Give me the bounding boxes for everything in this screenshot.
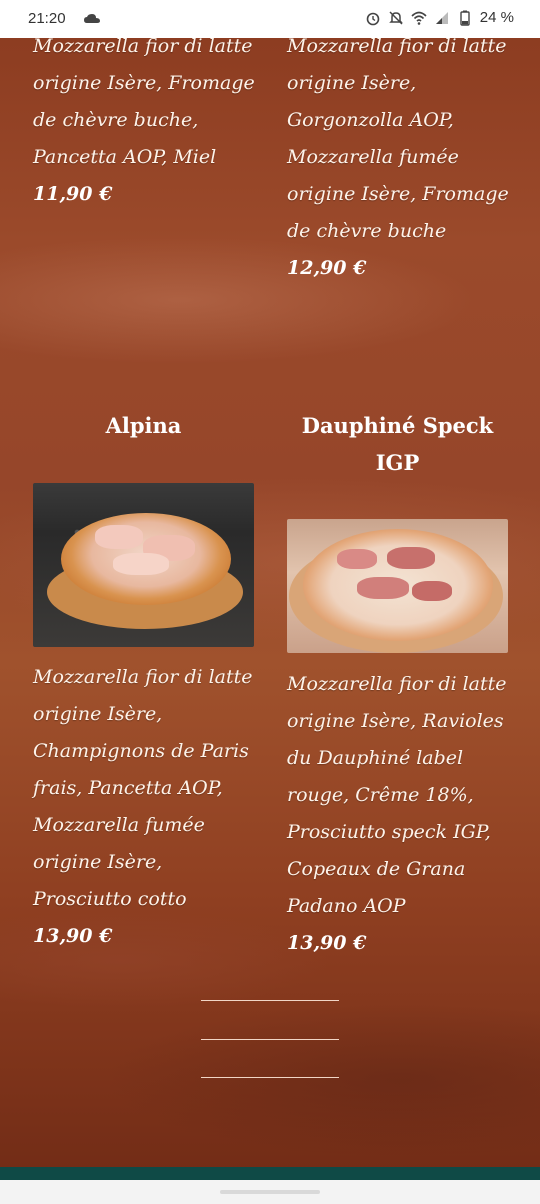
title-line: Dauphiné Speck xyxy=(301,413,494,438)
item-title: Alpina xyxy=(105,413,182,438)
description-line: rouge, Crême 18%, xyxy=(287,784,474,806)
battery-percent: 24 % xyxy=(479,9,514,26)
description-line: Padano AOP xyxy=(287,895,406,917)
alarm-icon xyxy=(366,12,380,25)
cloud-icon xyxy=(84,14,100,23)
item-description: Mozzarella fior di latte origine Isère, … xyxy=(287,666,527,925)
status-icons: 24 % xyxy=(365,9,514,26)
item-description: Mozzarella fior di latte origine Isère, … xyxy=(33,659,273,918)
status-time: 21:20 xyxy=(28,10,66,27)
menu-item-left-top: Mozzarella fior di latte origine Isère, … xyxy=(33,28,273,213)
description-line: de chèvre buche xyxy=(287,220,447,242)
pizza-photo-alpina xyxy=(33,483,254,647)
menu-item-right-top: Mozzarella fior di latte origine Isère, … xyxy=(287,28,527,287)
description-line: Copeaux de Grana xyxy=(287,858,466,880)
description-line: Pancetta AOP, Miel xyxy=(33,146,217,168)
description-line: Mozzarella fumée xyxy=(33,814,205,836)
description-line: Champignons de Paris xyxy=(33,740,249,762)
menu-item-dauphine: Dauphiné Speck IGP xyxy=(287,407,508,481)
item-title: Dauphiné Speck IGP xyxy=(287,407,508,481)
item-price: 11,90 € xyxy=(33,183,113,205)
item-description: Mozzarella fior di latte origine Isère, … xyxy=(287,28,527,250)
title-line: IGP xyxy=(375,450,420,475)
description-line: origine Isère, Fromage xyxy=(33,72,255,94)
item-description: Mozzarella fior di latte origine Isère, … xyxy=(33,28,273,176)
divider-line xyxy=(201,1000,339,1001)
signal-icon xyxy=(435,11,448,24)
divider-line xyxy=(201,1039,339,1040)
menu-item-alpina: Alpina xyxy=(33,407,254,444)
description-line: origine Isère, Fromage xyxy=(287,183,509,205)
description-line: origine Isère, xyxy=(33,851,163,873)
description-line: origine Isère, Ravioles xyxy=(287,710,504,732)
pizza-photo-dauphine xyxy=(287,519,508,653)
alpina-details: Mozzarella fior di latte origine Isère, … xyxy=(33,659,273,955)
item-price: 13,90 € xyxy=(33,925,113,947)
item-price: 12,90 € xyxy=(287,257,367,279)
description-line: Prosciutto cotto xyxy=(33,888,187,910)
gesture-handle[interactable] xyxy=(220,1190,320,1194)
dauphine-details: Mozzarella fior di latte origine Isère, … xyxy=(287,666,527,962)
description-line: frais, Pancetta AOP, xyxy=(33,777,223,799)
description-line: origine Isère, xyxy=(33,703,163,725)
description-line: Mozzarella fumée xyxy=(287,146,459,168)
mute-icon xyxy=(388,10,403,25)
description-line: Mozzarella fior di latte xyxy=(287,673,507,695)
description-line: Gorgonzolla AOP, xyxy=(287,109,454,131)
description-line: du Dauphiné label xyxy=(287,747,464,769)
description-line: Prosciutto speck IGP, xyxy=(287,821,491,843)
battery-icon xyxy=(460,10,470,26)
divider-line xyxy=(201,1077,339,1078)
description-line: origine Isère, xyxy=(287,72,417,94)
item-price: 13,90 € xyxy=(287,932,367,954)
description-line: de chèvre buche, xyxy=(33,109,199,131)
wifi-icon xyxy=(411,11,427,25)
status-bar: 21:20 24 % xyxy=(0,0,540,38)
description-line: Mozzarella fior di latte xyxy=(33,666,253,688)
